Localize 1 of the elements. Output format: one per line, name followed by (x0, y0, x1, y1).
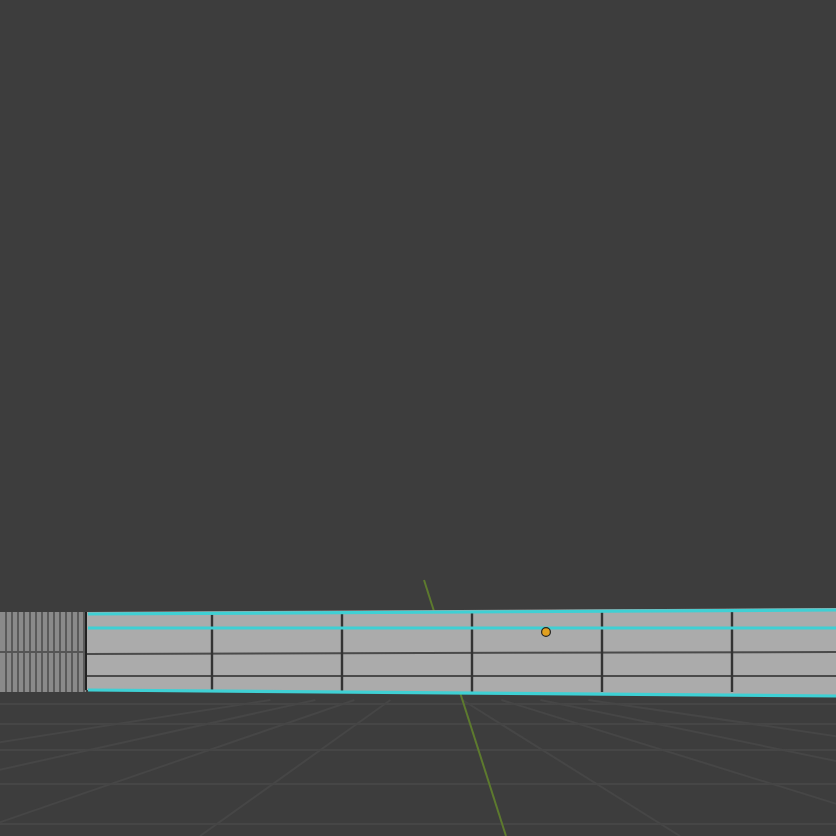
origin-dot (541, 627, 551, 637)
